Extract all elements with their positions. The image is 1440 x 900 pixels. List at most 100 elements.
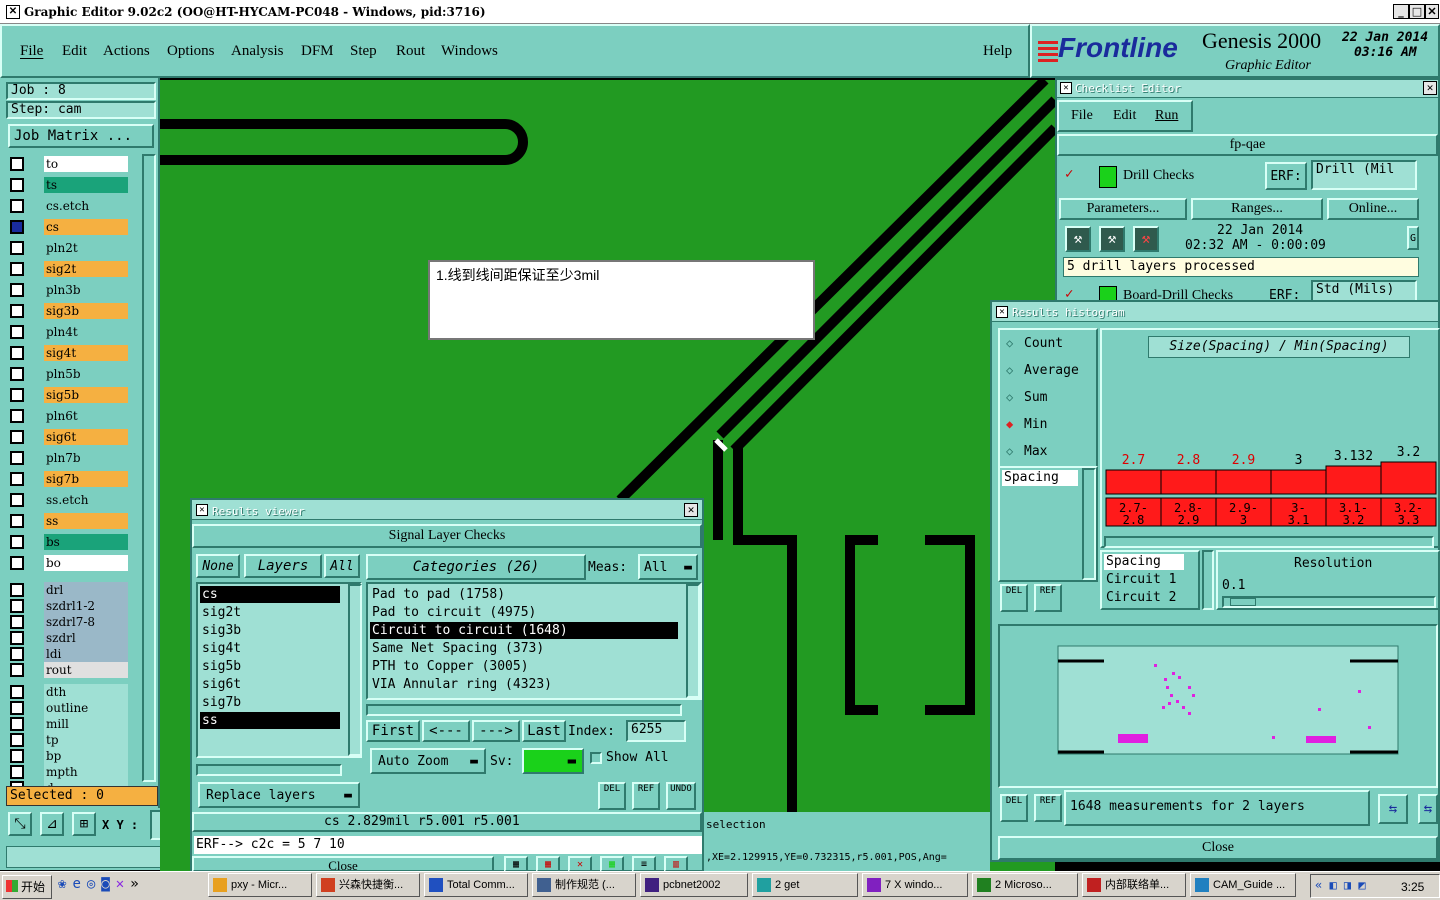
histogram-bar[interactable] [1215,469,1272,495]
taskbar-item[interactable]: pcbnet2002 [640,873,748,897]
sv-color-select[interactable]: ▬ [522,748,584,774]
result-layer-item[interactable]: sig5b [200,658,340,675]
type-list-scrollbar[interactable] [1082,468,1096,580]
option-min-icon[interactable]: ◆ [1006,417,1013,431]
layer-row[interactable]: pln6t [10,408,128,424]
check1-erf-button[interactable]: ERF: [1265,162,1307,190]
histogram-export2-icon[interactable]: ⇆ [1418,794,1438,824]
layer-result-scrollbar[interactable] [348,584,362,756]
layer-checkbox[interactable] [10,157,24,171]
layer-checkbox[interactable] [10,430,24,444]
layer-row[interactable]: sig6t [10,429,128,445]
results-ref-button[interactable]: REF [632,782,660,810]
type-list-item[interactable]: Spacing [1002,470,1078,486]
results-undo-button[interactable]: UNDO [666,782,696,810]
menu-analysis[interactable]: Analysis [231,43,284,60]
layer-checkbox[interactable] [10,388,24,402]
layer-row[interactable]: pln2t [10,240,128,256]
tool-f-icon[interactable]: ▥ [664,856,688,872]
layer-row[interactable]: dth [10,684,128,700]
minimize-icon[interactable]: _ [1393,4,1409,19]
layer-checkbox[interactable] [10,647,24,661]
layers-button[interactable]: Layers [244,554,322,578]
job-matrix-button[interactable]: Job Matrix ... [8,124,154,148]
menu-file[interactable]: File [20,43,43,60]
taskbar-item[interactable]: 制作规范 (... [532,873,636,897]
layer-checkbox[interactable] [10,615,24,629]
layer-row[interactable]: sig2t [10,261,128,277]
index-input[interactable]: 6255 [626,720,686,742]
taskbar-item[interactable]: 2 Microso... [972,873,1078,897]
category-item[interactable]: VIA Annular ring (4323) [370,676,678,693]
online-button[interactable]: Online... [1327,198,1419,220]
layer-checkbox[interactable] [10,535,24,549]
zoom-tool-icon[interactable]: ⤡ [8,812,32,836]
layer-checkbox[interactable] [10,663,24,677]
category-hscroll[interactable] [366,704,682,716]
list2-scrollbar[interactable] [1202,550,1214,610]
list2-item-circuit1[interactable]: Circuit 1 [1104,572,1176,587]
layer-checkbox[interactable] [10,701,24,715]
checklist-menu-run[interactable]: Run [1155,108,1178,124]
tool-d-icon[interactable]: ▦ [600,856,624,872]
option-max-icon[interactable]: ◇ [1006,444,1013,458]
category-item[interactable]: PTH to Copper (3005) [370,658,678,675]
maximize-icon[interactable]: □ [1409,4,1425,19]
replace-layers-select[interactable]: Replace layers ▬ [198,782,360,808]
taskbar-item[interactable]: Total Comm... [424,873,528,897]
layers-none-button[interactable]: None [196,554,240,578]
histogram-type-list[interactable]: Spacing [998,466,1098,582]
first-button[interactable]: First [366,720,420,742]
list2-item-spacing[interactable]: Spacing [1104,554,1184,570]
prev-button[interactable]: <--- [422,720,470,742]
layer-checkbox[interactable] [10,514,24,528]
preview-ref-button[interactable]: REF [1034,794,1062,822]
layer-checkbox[interactable] [10,733,24,747]
quicklaunch-b-icon[interactable]: ◎ [87,876,101,892]
layer-row[interactable]: mill [10,716,128,732]
option-min[interactable]: Min [1024,417,1047,432]
layer-checkbox[interactable] [10,241,24,255]
layer-checkbox[interactable] [10,717,24,731]
layer-checkbox[interactable] [10,556,24,570]
check1-erf-value[interactable]: Drill (Mil [1311,160,1417,190]
histogram-bar[interactable] [1325,465,1382,495]
check1-enable-icon[interactable]: ✓ [1065,166,1079,182]
quicklaunch-a-icon[interactable]: ❀ [58,876,72,892]
layer-row[interactable]: szdrl [10,630,128,646]
layer-checkbox[interactable] [10,451,24,465]
layer-row[interactable]: mpth [10,764,128,780]
start-button[interactable]: 开始 [2,875,52,899]
layer-row[interactable]: ss [10,513,128,529]
option-sum-icon[interactable]: ◇ [1006,390,1013,404]
results-del-button[interactable]: DEL [598,782,626,810]
category-list[interactable]: Pad to pad (1758) Pad to circuit (4975) Ci… [366,582,702,700]
layer-row[interactable]: ts [10,177,128,193]
checklist-menu-file[interactable]: File [1071,108,1093,124]
menu-windows[interactable]: Windows [441,43,498,60]
category-scrollbar[interactable] [686,584,700,698]
list2-item-circuit2[interactable]: Circuit 2 [1104,590,1176,605]
stop-check-icon[interactable]: ⚒ [1133,226,1159,252]
histogram-ref-button[interactable]: REF [1034,584,1062,612]
layer-row[interactable]: tp [10,732,128,748]
tool-b-icon[interactable]: ▦ [536,856,560,872]
layer-row[interactable]: bo [10,555,128,571]
result-layer-item[interactable]: cs [200,586,340,603]
show-all-checkbox[interactable] [590,752,602,764]
layer-row[interactable]: cs [10,219,128,235]
layer-row[interactable]: rout [10,662,128,678]
layer-result-hscroll[interactable] [196,764,342,776]
run-check2-icon[interactable]: ⚒ [1099,226,1125,252]
menu-dfm[interactable]: DFM [301,43,334,60]
grid-tool-icon[interactable]: ⊞ [72,812,96,836]
layer-checkbox[interactable] [10,325,24,339]
layer-row[interactable]: bs [10,534,128,550]
layer-row[interactable]: sig7b [10,471,128,487]
histogram-hscroll[interactable] [1104,536,1434,548]
menu-step[interactable]: Step [350,43,377,60]
quicklaunch-c-icon[interactable]: ◙ [101,876,115,892]
taskbar-item[interactable]: pxy - Micr... [208,873,312,897]
layer-row[interactable]: cs.etch [10,198,128,214]
option-sum[interactable]: Sum [1024,390,1047,405]
